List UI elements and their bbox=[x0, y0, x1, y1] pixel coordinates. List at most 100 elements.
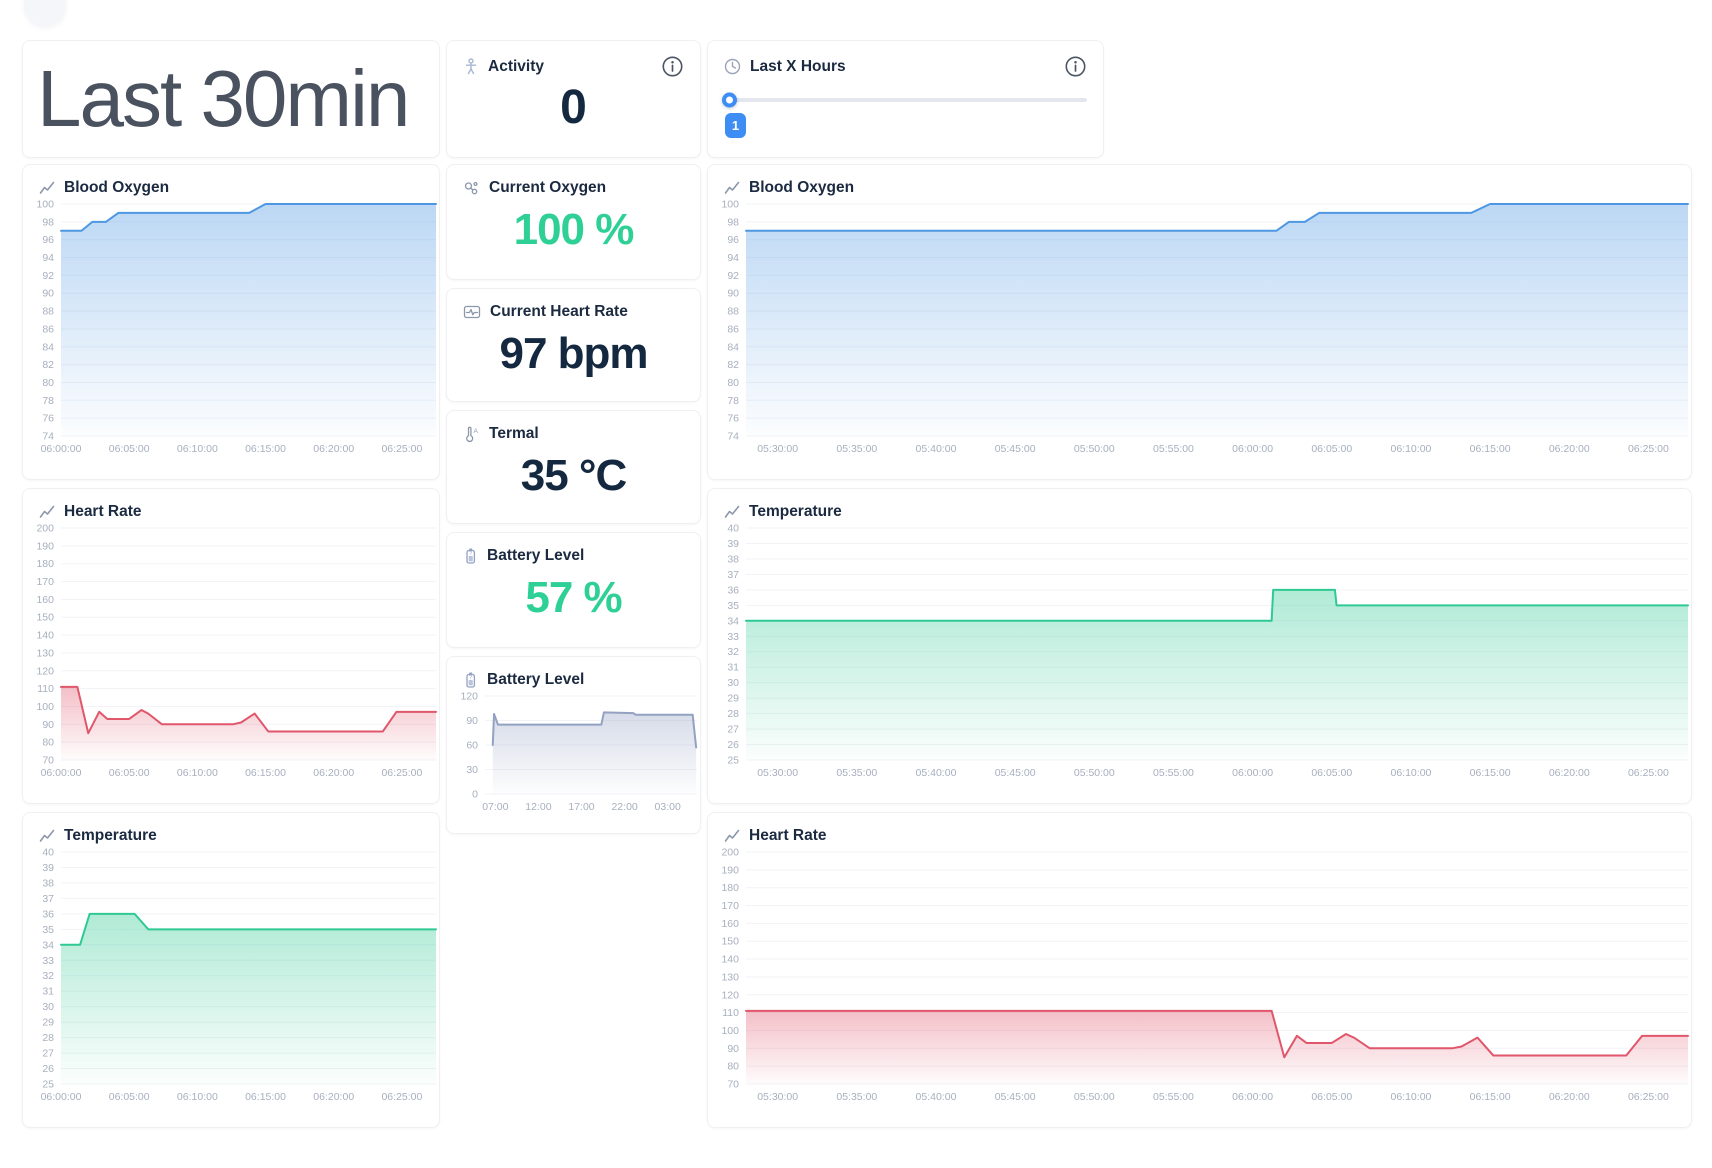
svg-text:05:50:00: 05:50:00 bbox=[1074, 767, 1115, 779]
hours-slider-handle[interactable] bbox=[722, 93, 737, 108]
svg-text:88: 88 bbox=[727, 306, 739, 318]
svg-text:06:15:00: 06:15:00 bbox=[245, 767, 286, 779]
line-chart-icon bbox=[724, 829, 740, 843]
svg-text:27: 27 bbox=[42, 1048, 54, 1060]
svg-text:60: 60 bbox=[466, 740, 478, 752]
temperature-1h-chart[interactable]: 2526272829303132333435363738394005:30:00… bbox=[708, 521, 1691, 783]
blood-oxygen-30min-chart[interactable]: 7476788082848688909294969810006:00:0006:… bbox=[23, 197, 439, 459]
svg-text:80: 80 bbox=[42, 737, 54, 749]
svg-text:37: 37 bbox=[42, 893, 54, 905]
svg-text:29: 29 bbox=[42, 1017, 54, 1029]
svg-text:05:30:00: 05:30:00 bbox=[757, 767, 798, 779]
svg-text:06:20:00: 06:20:00 bbox=[1549, 443, 1590, 455]
svg-text:98: 98 bbox=[42, 216, 54, 228]
svg-text:120: 120 bbox=[460, 691, 478, 703]
stat-label: Termal bbox=[489, 425, 539, 443]
svg-text:70: 70 bbox=[727, 1079, 739, 1091]
svg-text:32: 32 bbox=[42, 970, 54, 982]
svg-text:29: 29 bbox=[727, 693, 739, 705]
svg-text:82: 82 bbox=[727, 359, 739, 371]
svg-text:40: 40 bbox=[42, 847, 54, 859]
svg-text:200: 200 bbox=[36, 523, 54, 535]
main-grid: Blood Oxygen 747678808284868890929496981… bbox=[22, 164, 1692, 1128]
svg-text:190: 190 bbox=[36, 540, 54, 552]
svg-text:94: 94 bbox=[727, 252, 739, 264]
svg-text:06:15:00: 06:15:00 bbox=[1470, 443, 1511, 455]
battery-history-chart[interactable]: 030609012007:0012:0017:0022:0003:00 bbox=[447, 689, 700, 817]
hours-slider-value-badge: 1 bbox=[725, 113, 746, 138]
blood-oxygen-30min-card: Blood Oxygen 747678808284868890929496981… bbox=[22, 164, 440, 480]
svg-text:110: 110 bbox=[37, 683, 54, 695]
svg-text:06:25:00: 06:25:00 bbox=[1628, 443, 1669, 455]
battery-level-card: ? Battery Level 57 % bbox=[446, 532, 701, 648]
svg-text:100: 100 bbox=[721, 1025, 739, 1037]
svg-text:06:25:00: 06:25:00 bbox=[381, 443, 422, 455]
svg-text:06:15:00: 06:15:00 bbox=[1470, 767, 1511, 779]
line-chart-icon bbox=[39, 505, 55, 519]
svg-text:06:10:00: 06:10:00 bbox=[177, 443, 218, 455]
svg-text:05:50:00: 05:50:00 bbox=[1074, 1091, 1115, 1103]
svg-text:80: 80 bbox=[727, 1061, 739, 1073]
stat-label: Current Oxygen bbox=[489, 179, 606, 197]
svg-text:76: 76 bbox=[727, 413, 739, 425]
svg-text:06:20:00: 06:20:00 bbox=[1549, 1091, 1590, 1103]
floating-button-partial[interactable] bbox=[24, 0, 66, 26]
clock-icon bbox=[724, 58, 741, 75]
svg-text:05:45:00: 05:45:00 bbox=[995, 767, 1036, 779]
svg-text:06:20:00: 06:20:00 bbox=[313, 767, 354, 779]
chart-title: Heart Rate bbox=[64, 503, 142, 521]
svg-text:22:00: 22:00 bbox=[611, 801, 637, 813]
svg-text:92: 92 bbox=[727, 270, 739, 282]
svg-text:38: 38 bbox=[727, 553, 739, 565]
svg-text:100: 100 bbox=[721, 199, 739, 211]
svg-text:78: 78 bbox=[727, 395, 739, 407]
heart-rate-30min-chart[interactable]: 7080901001101201301401501601701801902000… bbox=[23, 521, 439, 783]
chart-title: Heart Rate bbox=[749, 827, 827, 845]
svg-text:140: 140 bbox=[721, 954, 739, 966]
svg-text:06:10:00: 06:10:00 bbox=[1391, 443, 1432, 455]
svg-text:06:20:00: 06:20:00 bbox=[313, 1091, 354, 1103]
info-icon[interactable] bbox=[661, 55, 684, 78]
svg-text:160: 160 bbox=[721, 918, 739, 930]
hours-slider-track[interactable] bbox=[724, 98, 1087, 102]
svg-text:190: 190 bbox=[721, 864, 739, 876]
heart-rate-30min-card: Heart Rate 70809010011012013014015016017… bbox=[22, 488, 440, 804]
svg-text:06:00:00: 06:00:00 bbox=[41, 1091, 82, 1103]
heart-rate-1h-chart[interactable]: 7080901001101201301401501601701801902000… bbox=[708, 845, 1691, 1107]
svg-text:30: 30 bbox=[466, 764, 478, 776]
svg-text:27: 27 bbox=[727, 724, 739, 736]
chart-title: Temperature bbox=[749, 503, 842, 521]
svg-text:?: ? bbox=[469, 675, 472, 681]
svg-text:35: 35 bbox=[42, 924, 54, 936]
blood-oxygen-1h-chart[interactable]: 7476788082848688909294969810005:30:0005:… bbox=[708, 197, 1691, 459]
last-x-hours-label: Last X Hours bbox=[750, 58, 846, 76]
activity-card: Activity 0 bbox=[446, 40, 701, 158]
svg-text:84: 84 bbox=[42, 341, 54, 353]
svg-text:06:05:00: 06:05:00 bbox=[1311, 443, 1352, 455]
svg-text:06:15:00: 06:15:00 bbox=[1470, 1091, 1511, 1103]
thermometer-icon: A bbox=[463, 426, 480, 443]
svg-text:06:25:00: 06:25:00 bbox=[381, 767, 422, 779]
svg-text:74: 74 bbox=[727, 431, 739, 443]
last-x-hours-card: Last X Hours 1 bbox=[707, 40, 1104, 158]
svg-text:80: 80 bbox=[727, 377, 739, 389]
battery-history-card: ? Battery Level 030609012007:0012:0017:0… bbox=[446, 656, 701, 834]
activity-value: 0 bbox=[447, 80, 700, 135]
info-icon[interactable] bbox=[1064, 55, 1087, 78]
svg-text:06:05:00: 06:05:00 bbox=[109, 767, 150, 779]
svg-text:06:10:00: 06:10:00 bbox=[1391, 767, 1432, 779]
svg-text:06:25:00: 06:25:00 bbox=[1628, 1091, 1669, 1103]
svg-text:05:40:00: 05:40:00 bbox=[916, 767, 957, 779]
temperature-30min-chart[interactable]: 2526272829303132333435363738394006:00:00… bbox=[23, 845, 439, 1107]
svg-text:90: 90 bbox=[727, 288, 739, 300]
svg-text:78: 78 bbox=[42, 395, 54, 407]
svg-text:06:25:00: 06:25:00 bbox=[381, 1091, 422, 1103]
svg-text:06:00:00: 06:00:00 bbox=[41, 767, 82, 779]
line-chart-icon bbox=[724, 181, 740, 195]
svg-text:130: 130 bbox=[721, 971, 739, 983]
svg-text:160: 160 bbox=[36, 594, 54, 606]
svg-text:33: 33 bbox=[727, 631, 739, 643]
svg-text:05:35:00: 05:35:00 bbox=[836, 443, 877, 455]
svg-text:28: 28 bbox=[727, 708, 739, 720]
svg-text:26: 26 bbox=[42, 1063, 54, 1075]
